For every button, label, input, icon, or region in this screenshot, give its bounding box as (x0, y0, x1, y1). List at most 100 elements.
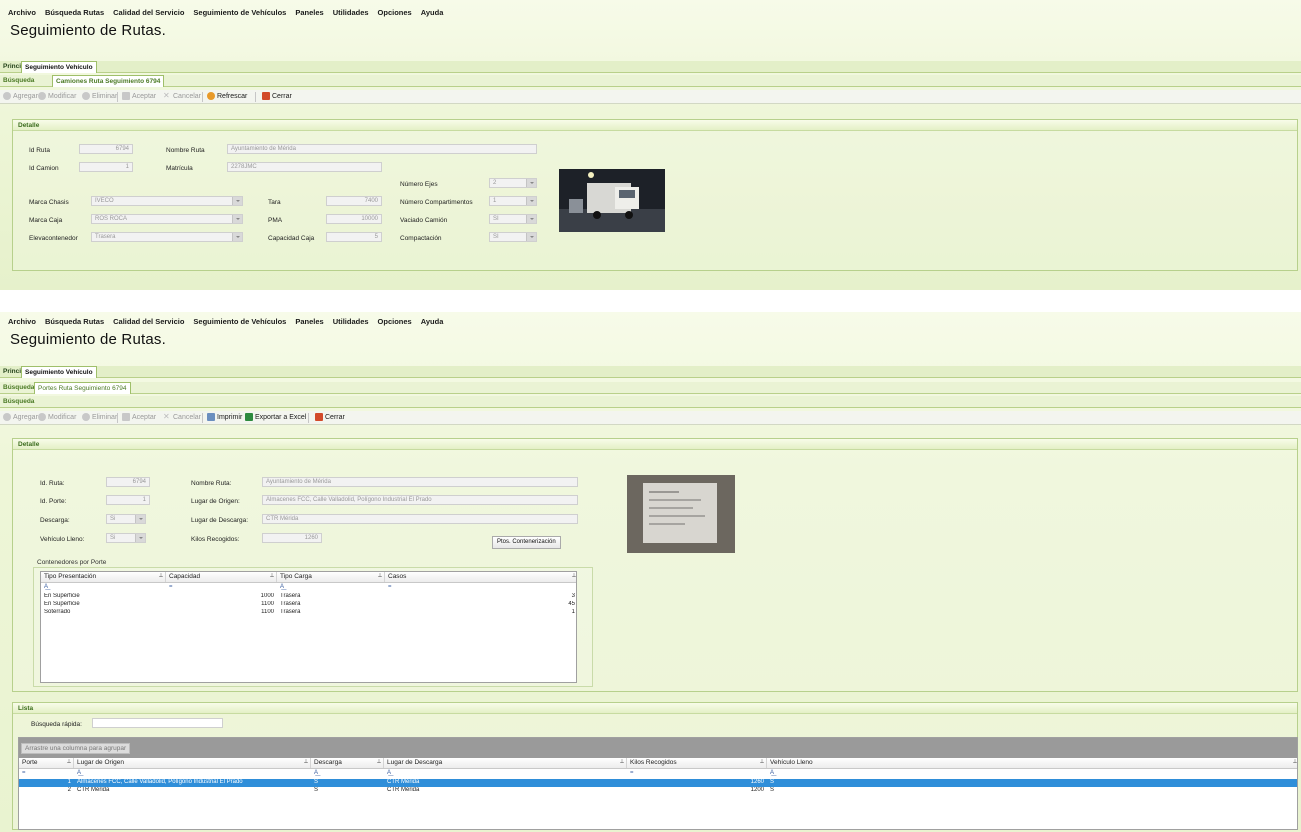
exportar-excel-button[interactable]: Exportar a Excel (245, 413, 306, 421)
chevron-down-icon[interactable] (526, 215, 536, 223)
tab-busqueda[interactable]: Búsqueda (0, 75, 37, 87)
elevacontenedor-select[interactable]: Trasera (91, 232, 243, 242)
menu-paneles[interactable]: Paneles (295, 317, 323, 329)
pin-icon[interactable]: ⟂ (1293, 759, 1297, 766)
filter-icon[interactable]: A͟ (41, 584, 48, 592)
cerrar-button[interactable]: Cerrar (262, 92, 292, 100)
table-row[interactable]: En Superficie 1000 Trasera 3 (41, 593, 576, 601)
matricula-field[interactable]: 2278JMC (227, 162, 382, 172)
vehiculo-lleno-select[interactable]: Si (106, 533, 146, 543)
filter-icon[interactable]: = (385, 584, 392, 592)
tab-seguimiento-vehiculo[interactable]: Seguimiento Vehículo (21, 61, 97, 73)
col-descarga[interactable]: Descarga ⟂ (311, 758, 384, 768)
menu-calidad-servicio[interactable]: Calidad del Servicio (113, 317, 184, 329)
pin-icon[interactable]: ⟂ (270, 573, 274, 580)
id-ruta-field[interactable]: 6794 (106, 477, 150, 487)
agregar-button[interactable]: Agregar (3, 413, 38, 421)
marca-chasis-select[interactable]: IVECO (91, 196, 243, 206)
busqueda-rapida-input[interactable] (92, 718, 223, 728)
filter-icon[interactable]: = (627, 770, 634, 778)
pin-icon[interactable]: ⟂ (378, 573, 382, 580)
menu-utilidades[interactable]: Utilidades (333, 8, 369, 20)
pin-icon[interactable]: ⟂ (159, 573, 163, 580)
col-capacidad[interactable]: Capacidad ⟂ (166, 572, 277, 582)
menu-calidad-servicio[interactable]: Calidad del Servicio (113, 8, 184, 20)
tab-busqueda[interactable]: Búsqueda (0, 382, 37, 394)
chevron-down-icon[interactable] (526, 179, 536, 187)
menu-busqueda-rutas[interactable]: Búsqueda Rutas (45, 8, 104, 20)
pin-icon[interactable]: ⟂ (67, 759, 71, 766)
pin-icon[interactable]: ⟂ (760, 759, 764, 766)
id-camion-field[interactable]: 1 (79, 162, 133, 172)
col-porte[interactable]: Porte ⟂ (19, 758, 74, 768)
numero-ejes-select[interactable]: 2 (489, 178, 537, 188)
pma-field[interactable]: 10000 (326, 214, 382, 224)
menu-archivo[interactable]: Archivo (8, 8, 36, 20)
chevron-down-icon[interactable] (526, 233, 536, 241)
menu-utilidades[interactable]: Utilidades (333, 317, 369, 329)
col-vehiculo-lleno[interactable]: Vehículo Lleno ⟂ (767, 758, 1299, 768)
col-tipo-carga[interactable]: Tipo Carga ⟂ (277, 572, 385, 582)
lugar-origen-field[interactable]: Almacenes FCC, Calle Valladolid, Polígon… (262, 495, 578, 505)
cancelar-button[interactable]: ✕ Cancelar (163, 413, 201, 421)
menu-busqueda-rutas[interactable]: Búsqueda Rutas (45, 317, 104, 329)
table-row[interactable]: En Superficie 1100 Trasera 45 (41, 601, 576, 609)
filter-icon[interactable]: A͟ (277, 584, 284, 592)
table-row-selected[interactable]: 1 Almacenes FCC, Calle Valladolid, Políg… (19, 779, 1297, 787)
col-lugar-descarga[interactable]: Lugar de Descarga ⟂ (384, 758, 627, 768)
chevron-down-icon[interactable] (232, 233, 242, 241)
id-ruta-field[interactable]: 6794 (79, 144, 133, 154)
table-row[interactable]: 2 CTR Mérida S CTR Mérida 1200 S (19, 787, 1297, 795)
menu-seguimiento-vehiculos[interactable]: Seguimiento de Vehículos (193, 8, 286, 20)
capacidad-caja-field[interactable]: 5 (326, 232, 382, 242)
filter-icon[interactable]: A͟ (384, 770, 391, 778)
numero-compartimentos-select[interactable]: 1 (489, 196, 537, 206)
eliminar-button[interactable]: Eliminar (82, 413, 117, 421)
col-tipo-presentacion[interactable]: Tipo Presentación ⟂ (41, 572, 166, 582)
chevron-down-icon[interactable] (232, 197, 242, 205)
pin-icon[interactable]: ⟂ (572, 573, 576, 580)
menu-ayuda[interactable]: Ayuda (421, 8, 444, 20)
id-porte-field[interactable]: 1 (106, 495, 150, 505)
tara-field[interactable]: 7400 (326, 196, 382, 206)
agregar-button[interactable]: Agregar (3, 92, 38, 100)
chevron-down-icon[interactable] (232, 215, 242, 223)
filter-icon[interactable]: A͟ (74, 770, 81, 778)
menu-opciones[interactable]: Opciones (378, 317, 412, 329)
chevron-down-icon[interactable] (135, 534, 145, 542)
refrescar-button[interactable]: Refrescar (207, 92, 247, 100)
table-row[interactable]: Soterrado 1100 Trasera 1 (41, 609, 576, 617)
modificar-button[interactable]: Modificar (38, 92, 76, 100)
menu-seguimiento-vehiculos[interactable]: Seguimiento de Vehículos (193, 317, 286, 329)
nombre-ruta-field[interactable]: Ayuntamiento de Mérida (227, 144, 537, 154)
descarga-select[interactable]: Si (106, 514, 146, 524)
pin-icon[interactable]: ⟂ (304, 759, 308, 766)
tab-seguimiento-vehiculo[interactable]: Seguimiento Vehículo (21, 366, 97, 378)
col-kilos-recogidos[interactable]: Kilos Recogidos ⟂ (627, 758, 767, 768)
menu-archivo[interactable]: Archivo (8, 317, 36, 329)
modificar-button[interactable]: Modificar (38, 413, 76, 421)
pin-icon[interactable]: ⟂ (620, 759, 624, 766)
cerrar-button[interactable]: Cerrar (315, 413, 345, 421)
tab-portes-ruta[interactable]: Portes Ruta Seguimiento 6794 (34, 382, 131, 394)
aceptar-button[interactable]: Aceptar (122, 92, 156, 100)
filter-icon[interactable]: A͟ (311, 770, 318, 778)
imprimir-button[interactable]: Imprimir (207, 413, 242, 421)
chevron-down-icon[interactable] (135, 515, 145, 523)
eliminar-button[interactable]: Eliminar (82, 92, 117, 100)
compactacion-select[interactable]: SI (489, 232, 537, 242)
pin-icon[interactable]: ⟂ (377, 759, 381, 766)
chevron-down-icon[interactable] (526, 197, 536, 205)
tab-camiones-ruta[interactable]: Camiones Ruta Seguimiento 6794 (52, 75, 165, 87)
col-lugar-origen[interactable]: Lugar de Origen ⟂ (74, 758, 311, 768)
lugar-descarga-field[interactable]: CTR Mérida (262, 514, 578, 524)
kilos-field[interactable]: 1260 (262, 533, 322, 543)
marca-caja-select[interactable]: ROS ROCA (91, 214, 243, 224)
aceptar-button[interactable]: Aceptar (122, 413, 156, 421)
ptos-contenerizacion-button[interactable]: Ptos. Contenerización (492, 536, 561, 549)
vaciado-camion-select[interactable]: SI (489, 214, 537, 224)
menu-ayuda[interactable]: Ayuda (421, 317, 444, 329)
nombre-ruta-field[interactable]: Ayuntamiento de Mérida (262, 477, 578, 487)
tab-busqueda-2[interactable]: Búsqueda (0, 396, 37, 408)
group-panel[interactable]: Arrastre una columna para agrupar (19, 738, 1297, 758)
